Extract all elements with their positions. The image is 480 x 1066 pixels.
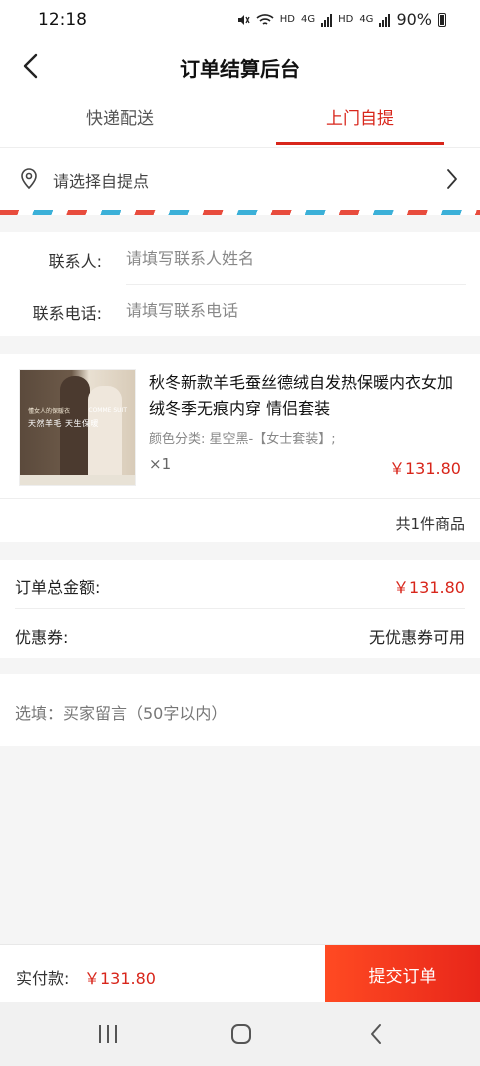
nav-bar: 订单结算后台 — [0, 42, 480, 90]
battery-icon — [438, 12, 446, 27]
mute-icon — [237, 14, 250, 25]
checkout-bar: 实付款: ￥131.80 提交订单 — [0, 944, 480, 1003]
status-time: 12:18 — [38, 10, 87, 30]
contact-name-input[interactable] — [126, 244, 446, 272]
recent-apps-icon — [99, 1025, 117, 1043]
location-pin-icon — [20, 168, 38, 194]
order-total-row: 订单总金额: ￥131.80 — [0, 560, 480, 608]
contact-name-label: 联系人: — [48, 252, 102, 271]
tab-express-delivery[interactable]: 快递配送 — [0, 90, 240, 148]
pickup-point-selector[interactable]: 请选择自提点 — [0, 148, 480, 210]
product-image-brand: COMME SUIT — [88, 407, 127, 414]
product-image[interactable]: 懂女人的保暖衣 天然羊毛 天生保暖 COMME SUIT — [19, 369, 136, 486]
contact-phone-label: 联系电话: — [32, 304, 102, 323]
system-back-button[interactable] — [356, 1018, 396, 1050]
pay-amount: ￥131.80 — [84, 969, 156, 988]
signal-icon — [379, 13, 391, 27]
product-image-figure — [88, 386, 122, 485]
wifi-icon — [256, 13, 274, 25]
order-total-value: ￥131.80 — [393, 578, 465, 597]
submit-order-button[interactable]: 提交订单 — [325, 945, 480, 1003]
amount-section: 订单总金额: ￥131.80 优惠券: 无优惠券可用 — [0, 560, 480, 658]
network-label: HD — [279, 14, 295, 25]
system-nav-bar — [0, 1002, 480, 1066]
divider — [15, 608, 465, 609]
status-icons: HD 4G HD 4G 90% — [236, 10, 446, 29]
airmail-stripe-divider — [0, 210, 480, 215]
active-tab-indicator — [276, 142, 444, 145]
contact-name-row: 联系人: — [0, 232, 480, 284]
signal-icon — [321, 13, 333, 27]
order-total-label: 订单总金额: — [15, 578, 101, 597]
network-label: HD — [338, 14, 354, 25]
delivery-tabs: 快递配送 上门自提 — [0, 90, 480, 148]
pay-label: 实付款: — [16, 969, 70, 988]
system-back-icon — [371, 1024, 381, 1044]
home-icon — [231, 1024, 251, 1044]
product-image-caption: 懂女人的保暖衣 — [28, 408, 71, 415]
network-label: 4G — [359, 14, 374, 25]
product-price: ￥131.80 — [389, 459, 461, 478]
product-sku: 颜色分类: 星空黑-【女士套装】; — [149, 432, 336, 447]
product-title[interactable]: 秋冬新款羊毛蚕丝德绒自发热保暖内衣女加绒冬季无痕内穿 情侣套装 — [149, 370, 467, 422]
contact-phone-input[interactable] — [126, 296, 446, 324]
buyer-remark-input[interactable] — [15, 700, 465, 730]
product-image-slogan: 天然羊毛 天生保暖 — [28, 419, 100, 428]
chevron-right-icon — [446, 168, 458, 194]
product-quantity: ×1 — [149, 455, 172, 473]
divider — [0, 498, 480, 499]
battery-percent: 90% — [396, 10, 432, 29]
recent-apps-button[interactable] — [88, 1018, 128, 1050]
remark-section — [0, 674, 480, 746]
network-label: 4G — [300, 14, 316, 25]
tab-self-pickup[interactable]: 上门自提 — [240, 90, 480, 148]
contact-phone-row: 联系电话: — [0, 284, 480, 336]
coupon-value: 无优惠券可用 — [368, 628, 465, 647]
coupon-row[interactable]: 优惠券: 无优惠券可用 — [0, 610, 480, 658]
goods-section: 懂女人的保暖衣 天然羊毛 天生保暖 COMME SUIT 秋冬新款羊毛蚕丝德绒自… — [0, 354, 480, 542]
pickup-point-placeholder: 请选择自提点 — [53, 172, 150, 191]
coupon-label: 优惠券: — [15, 628, 69, 647]
product-image-figure — [60, 376, 90, 484]
home-button[interactable] — [221, 1018, 261, 1050]
product-image-floor — [20, 475, 135, 485]
page-title: 订单结算后台 — [180, 57, 300, 81]
goods-count: 共1件商品 — [395, 515, 465, 533]
contact-info-section: 联系人: 联系电话: — [0, 232, 480, 336]
status-bar: 12:18 HD 4G HD 4G 90% — [0, 0, 480, 42]
